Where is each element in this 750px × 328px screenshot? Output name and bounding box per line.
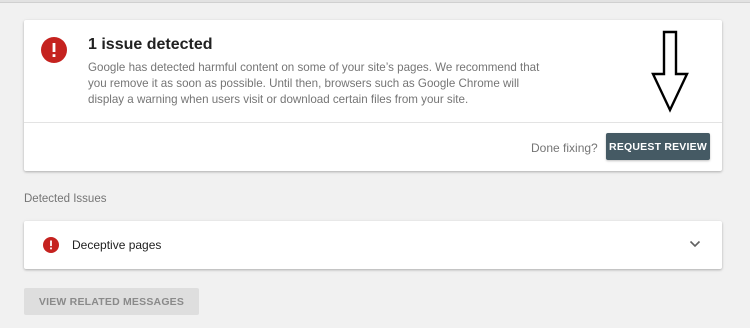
issue-description: Google has detected harmful content on s… [88,61,540,106]
request-review-button[interactable]: REQUEST REVIEW [606,133,710,160]
chevron-down-icon[interactable] [689,240,701,248]
view-related-messages-button[interactable]: VIEW RELATED MESSAGES [24,288,199,315]
error-icon [41,37,67,63]
issue-title: 1 issue detected [88,36,213,53]
issue-row-deceptive-pages[interactable]: Deceptive pages [24,221,722,269]
arrow-down-annotation-icon [651,30,689,113]
issue-summary-card: 1 issue detected Google has detected har… [24,20,722,171]
detected-issues-heading: Detected Issues [24,193,107,205]
card-divider [24,122,722,123]
top-divider [0,0,750,3]
issue-row-label: Deceptive pages [72,238,162,252]
issue-summary-header: 1 issue detected Google has detected har… [24,20,722,122]
error-icon [43,237,59,253]
done-fixing-label: Done fixing? [531,141,598,155]
